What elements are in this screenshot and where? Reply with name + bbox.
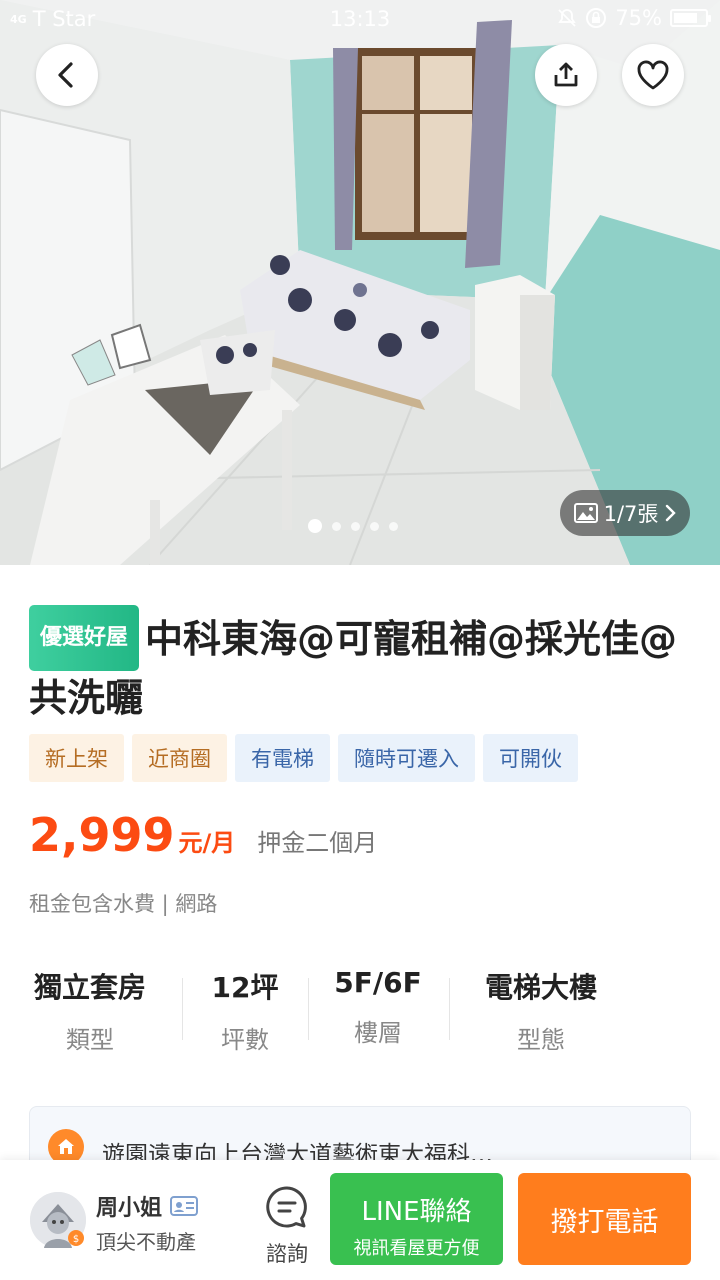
chevron-left-icon bbox=[58, 62, 73, 88]
svg-text:$: $ bbox=[73, 1234, 79, 1245]
room-photo bbox=[0, 0, 720, 565]
mute-bell-icon bbox=[558, 9, 576, 27]
divider bbox=[182, 978, 183, 1040]
feature-tag: 可開伙 bbox=[483, 734, 578, 782]
contact-bar: $ 周小姐 頂尖不動產 諮詢 LINE聯絡 視訊看屋更方便 撥打電話 bbox=[0, 1160, 720, 1280]
consult-button[interactable]: 諮詢 bbox=[256, 1184, 318, 1268]
fact-value: 獨立套房 bbox=[33, 971, 146, 1004]
deposit-info: 押金二個月 bbox=[257, 829, 378, 857]
pagination-dot bbox=[308, 519, 322, 533]
feature-tag: 新上架 bbox=[29, 734, 124, 782]
line-button-sublabel: 視訊看屋更方便 bbox=[353, 1238, 480, 1259]
status-bar: 4G T Star 13:13 75% bbox=[0, 0, 720, 38]
id-card-icon bbox=[170, 1196, 199, 1216]
image-icon bbox=[573, 503, 598, 523]
listing-title-block: 優選好屋 中科東海@可寵租補@採光佳@共洗曬 bbox=[29, 605, 709, 725]
battery-percent: 75% bbox=[615, 6, 662, 30]
feature-tags: 新上架 近商圈 有電梯 隨時可遷入 可開伙 bbox=[29, 734, 578, 782]
fact-label: 坪數 bbox=[221, 1026, 269, 1054]
agent-company: 頂尖不動產 bbox=[96, 1230, 196, 1254]
chat-icon bbox=[266, 1186, 307, 1228]
fact-label: 類型 bbox=[66, 1026, 114, 1054]
heart-icon bbox=[637, 60, 669, 90]
pagination-dot bbox=[389, 521, 398, 531]
feature-tag: 近商圈 bbox=[132, 734, 227, 782]
agent-avatar[interactable]: $ bbox=[30, 1192, 86, 1248]
fact-label: 樓層 bbox=[354, 1019, 402, 1047]
rent-includes: 租金包含水費 | 網路 bbox=[29, 892, 218, 916]
share-button[interactable] bbox=[535, 44, 597, 106]
favorite-button[interactable] bbox=[622, 44, 684, 106]
feature-tag: 隨時可遷入 bbox=[338, 734, 475, 782]
listing-title: 優選好屋 中科東海@可寵租補@採光佳@共洗曬 bbox=[29, 605, 709, 725]
fact-value: 12坪 bbox=[211, 971, 279, 1004]
premium-badge: 優選好屋 bbox=[29, 605, 140, 671]
divider bbox=[308, 978, 309, 1040]
rent-price: 2,999 bbox=[29, 808, 175, 862]
share-icon bbox=[554, 62, 578, 87]
fact-type: 獨立套房 類型 bbox=[20, 966, 160, 1055]
feature-tag: 有電梯 bbox=[235, 734, 330, 782]
consult-label: 諮詢 bbox=[266, 1242, 308, 1266]
back-button[interactable] bbox=[36, 44, 98, 106]
fact-building-type: 電梯大樓 型態 bbox=[462, 966, 620, 1055]
line-button-label: LINE聯絡 bbox=[361, 1197, 472, 1227]
divider bbox=[449, 978, 450, 1040]
call-button[interactable]: 撥打電話 bbox=[518, 1173, 691, 1265]
rotation-lock-icon bbox=[586, 8, 607, 28]
agent-name-row: 周小姐 bbox=[96, 1190, 199, 1222]
fact-area: 12坪 坪數 bbox=[185, 966, 305, 1055]
pagination-dot bbox=[370, 521, 379, 531]
fact-floor: 5F/6F 樓層 bbox=[310, 966, 446, 1048]
battery-icon bbox=[670, 9, 711, 27]
price-row: 2,999 元/月 押金二個月 bbox=[29, 808, 377, 862]
photo-gallery[interactable]: 4G T Star 13:13 75% 1/7張 bbox=[0, 0, 720, 565]
fact-value: 5F/6F bbox=[334, 966, 422, 999]
line-contact-button[interactable]: LINE聯絡 視訊看屋更方便 bbox=[330, 1173, 503, 1265]
fact-label: 型態 bbox=[517, 1026, 565, 1054]
photo-counter-label: 1/7張 bbox=[603, 502, 659, 526]
chevron-right-icon bbox=[666, 504, 677, 522]
photo-counter-button[interactable]: 1/7張 bbox=[560, 490, 690, 536]
rent-unit: 元/月 bbox=[178, 829, 236, 857]
gallery-pagination bbox=[308, 519, 398, 533]
key-facts: 獨立套房 類型 12坪 坪數 5F/6F 樓層 電梯大樓 型態 bbox=[0, 966, 720, 1056]
fact-value: 電梯大樓 bbox=[484, 971, 597, 1004]
pagination-dot bbox=[351, 521, 360, 531]
agent-name: 周小姐 bbox=[96, 1196, 163, 1221]
pagination-dot bbox=[332, 521, 341, 531]
call-button-label: 撥打電話 bbox=[550, 1206, 659, 1238]
